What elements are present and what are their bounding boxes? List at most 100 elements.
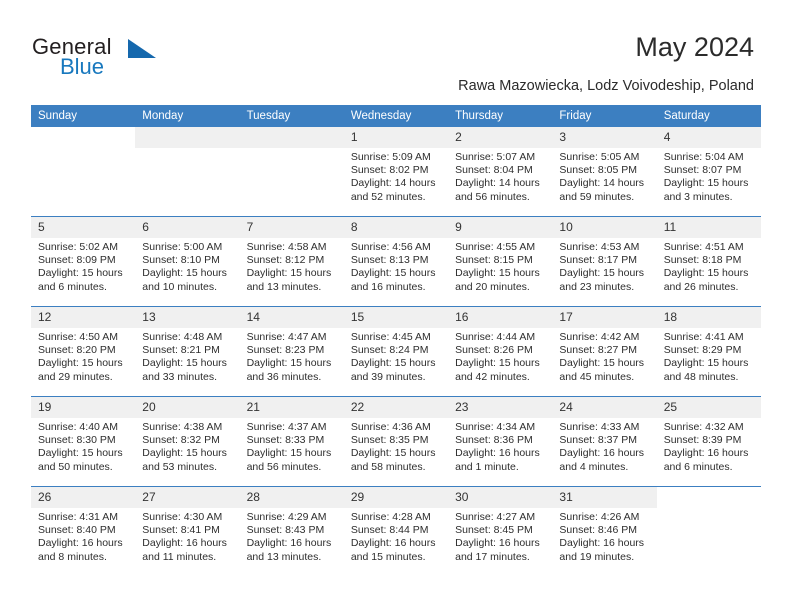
calendar-day-cell[interactable]: 27 Sunrise: 4:30 AM Sunset: 8:41 PM Dayligh… [135, 486, 240, 576]
calendar-table: Sunday Monday Tuesday Wednesday Thursday Frid… [31, 105, 761, 576]
daylight-duration-line1: Daylight: 15 hours [38, 447, 123, 460]
weekday-header-friday: Friday [552, 105, 657, 127]
daylight-duration-line1: Daylight: 15 hours [142, 447, 227, 460]
daylight-duration-line1: Daylight: 16 hours [663, 447, 749, 460]
calendar-day-cell[interactable]: 6 Sunrise: 5:00 AM Sunset: 8:10 PM Daylight… [135, 216, 240, 307]
sunrise-time: Sunrise: 4:33 AM [559, 421, 640, 433]
daylight-duration-line1: Daylight: 15 hours [663, 357, 749, 370]
calendar-day-cell[interactable]: 2 Sunrise: 5:07 AM Sunset: 8:04 PM Daylight… [448, 127, 553, 217]
sunset-time: Sunset: 8:33 PM [246, 434, 325, 447]
calendar-week-row: 26 Sunrise: 4:31 AM Sunset: 8:40 PM Dayligh… [31, 486, 761, 576]
day-sun-info: Sunrise: 4:50 AM Sunset: 8:20 PM Daylight:… [31, 328, 135, 384]
weekday-header-sunday: Sunday [31, 105, 136, 127]
calendar-day-cell[interactable]: 18 Sunrise: 4:41 AM Sunset: 8:29 PM Dayligh… [656, 306, 761, 397]
sunrise-time: Sunrise: 4:42 AM [559, 331, 640, 343]
day-box: 6 Sunrise: 5:00 AM Sunset: 8:10 PM Daylight… [135, 217, 240, 306]
calendar-day-cell[interactable]: 3 Sunrise: 5:05 AM Sunset: 8:05 PM Daylight… [552, 127, 657, 217]
logo-triangle-icon [128, 39, 156, 58]
day-box: 8 Sunrise: 4:56 AM Sunset: 8:13 PM Daylight… [343, 217, 449, 306]
calendar-day-cell[interactable]: 7 Sunrise: 4:58 AM Sunset: 8:12 PM Daylight… [239, 216, 344, 307]
calendar-day-cell[interactable]: 9 Sunrise: 4:55 AM Sunset: 8:15 PM Daylight… [448, 216, 553, 307]
day-box: 14 Sunrise: 4:47 AM Sunset: 8:23 PM Dayligh… [239, 307, 344, 396]
sunset-time: Sunset: 8:40 PM [38, 524, 116, 537]
calendar-day-cell[interactable]: 31 Sunrise: 4:26 AM Sunset: 8:46 PM Dayligh… [552, 486, 657, 576]
daylight-duration-line1: Daylight: 16 hours [142, 537, 227, 550]
day-sun-info: Sunrise: 4:53 AM Sunset: 8:17 PM Daylight:… [552, 238, 656, 294]
calendar-day-cell[interactable]: 20 Sunrise: 4:38 AM Sunset: 8:32 PM Dayligh… [135, 396, 240, 487]
calendar-body: 1 Sunrise: 5:09 AM Sunset: 8:02 PM Daylight… [31, 127, 761, 576]
calendar-day-cell[interactable]: 8 Sunrise: 4:56 AM Sunset: 8:13 PM Daylight… [343, 216, 449, 307]
sunrise-time: Sunrise: 5:05 AM [559, 151, 640, 163]
daylight-duration-line2: and 29 minutes. [38, 370, 113, 383]
calendar-day-cell[interactable]: 12 Sunrise: 4:50 AM Sunset: 8:20 PM Dayligh… [31, 306, 136, 397]
calendar-day-cell[interactable]: 30 Sunrise: 4:27 AM Sunset: 8:45 PM Dayligh… [448, 486, 553, 576]
weekday-header-wednesday: Wednesday [343, 105, 449, 127]
calendar-day-cell[interactable]: 26 Sunrise: 4:31 AM Sunset: 8:40 PM Dayligh… [31, 486, 136, 576]
calendar-day-cell[interactable]: 11 Sunrise: 4:51 AM Sunset: 8:18 PM Dayligh… [656, 216, 761, 307]
day-number: 23 [448, 397, 553, 418]
day-sun-info: Sunrise: 4:34 AM Sunset: 8:36 PM Daylight:… [448, 418, 552, 474]
day-box: 29 Sunrise: 4:28 AM Sunset: 8:44 PM Dayligh… [343, 487, 449, 576]
calendar-day-cell[interactable]: 22 Sunrise: 4:36 AM Sunset: 8:35 PM Dayligh… [343, 396, 449, 487]
day-sun-info: Sunrise: 4:56 AM Sunset: 8:13 PM Daylight:… [344, 238, 448, 294]
weekday-header-saturday: Saturday [656, 105, 761, 127]
calendar-day-cell[interactable]: 16 Sunrise: 4:44 AM Sunset: 8:26 PM Dayligh… [448, 306, 553, 397]
day-box: 30 Sunrise: 4:27 AM Sunset: 8:45 PM Dayligh… [448, 487, 553, 576]
calendar-day-cell[interactable]: 23 Sunrise: 4:34 AM Sunset: 8:36 PM Dayligh… [448, 396, 553, 487]
calendar-day-cell[interactable]: 24 Sunrise: 4:33 AM Sunset: 8:37 PM Dayligh… [552, 396, 657, 487]
calendar-day-cell[interactable]: 29 Sunrise: 4:28 AM Sunset: 8:44 PM Dayligh… [343, 486, 449, 576]
day-number: 29 [343, 487, 449, 508]
day-box: 31 Sunrise: 4:26 AM Sunset: 8:46 PM Dayligh… [552, 487, 657, 576]
day-sun-info: Sunrise: 4:58 AM Sunset: 8:12 PM Daylight:… [240, 238, 344, 294]
calendar-day-cell[interactable]: 28 Sunrise: 4:29 AM Sunset: 8:43 PM Dayligh… [239, 486, 344, 576]
sunrise-time: Sunrise: 4:34 AM [455, 421, 536, 433]
sunset-time: Sunset: 8:07 PM [663, 164, 742, 177]
day-number: 28 [239, 487, 344, 508]
day-number: 6 [135, 217, 240, 238]
calendar-day-cell[interactable]: 25 Sunrise: 4:32 AM Sunset: 8:39 PM Dayligh… [656, 396, 761, 487]
calendar-day-cell[interactable]: 17 Sunrise: 4:42 AM Sunset: 8:27 PM Dayligh… [552, 306, 657, 397]
sunset-time: Sunset: 8:09 PM [38, 254, 116, 267]
calendar-header-row: Sunday Monday Tuesday Wednesday Thursday Frid… [31, 105, 761, 127]
calendar-day-cell[interactable] [135, 127, 240, 217]
day-sun-info: Sunrise: 5:07 AM Sunset: 8:04 PM Daylight:… [448, 148, 552, 204]
sunrise-time: Sunrise: 4:41 AM [663, 331, 744, 343]
day-box: 15 Sunrise: 4:45 AM Sunset: 8:24 PM Dayligh… [343, 307, 449, 396]
calendar-day-cell[interactable] [31, 127, 136, 217]
sunset-time: Sunset: 8:39 PM [663, 434, 742, 447]
sunset-time: Sunset: 8:02 PM [350, 164, 429, 177]
day-box [31, 127, 135, 216]
calendar-day-cell[interactable]: 19 Sunrise: 4:40 AM Sunset: 8:30 PM Dayligh… [31, 396, 136, 487]
calendar-week-row: 5 Sunrise: 5:02 AM Sunset: 8:09 PM Daylight… [31, 216, 761, 307]
daylight-duration-line1: Daylight: 15 hours [246, 267, 332, 280]
day-sun-info: Sunrise: 4:38 AM Sunset: 8:32 PM Daylight:… [135, 418, 239, 474]
calendar-day-cell[interactable]: 1 Sunrise: 5:09 AM Sunset: 8:02 PM Daylight… [343, 127, 449, 217]
daylight-duration-line1: Daylight: 15 hours [559, 267, 645, 280]
calendar-day-cell[interactable]: 10 Sunrise: 4:53 AM Sunset: 8:17 PM Dayligh… [552, 216, 657, 307]
day-box: 18 Sunrise: 4:41 AM Sunset: 8:29 PM Dayligh… [656, 307, 761, 396]
sunrise-time: Sunrise: 4:48 AM [142, 331, 223, 343]
day-box: 1 Sunrise: 5:09 AM Sunset: 8:02 PM Daylight… [343, 127, 449, 216]
day-sun-info: Sunrise: 5:02 AM Sunset: 8:09 PM Daylight:… [31, 238, 135, 294]
calendar-page: General Blue May 2024 Rawa Mazowiecka, L… [0, 0, 792, 612]
day-sun-info: Sunrise: 5:04 AM Sunset: 8:07 PM Daylight:… [657, 148, 761, 204]
sunset-time: Sunset: 8:17 PM [559, 254, 638, 267]
sunset-time: Sunset: 8:30 PM [38, 434, 116, 447]
sunset-time: Sunset: 8:41 PM [142, 524, 220, 537]
calendar-day-cell[interactable]: 15 Sunrise: 4:45 AM Sunset: 8:24 PM Dayligh… [343, 306, 449, 397]
daylight-duration-line1: Daylight: 15 hours [559, 357, 645, 370]
day-box: 20 Sunrise: 4:38 AM Sunset: 8:32 PM Dayligh… [135, 397, 240, 486]
day-number: 12 [31, 307, 136, 328]
calendar-day-cell[interactable]: 5 Sunrise: 5:02 AM Sunset: 8:09 PM Daylight… [31, 216, 136, 307]
day-box: 5 Sunrise: 5:02 AM Sunset: 8:09 PM Daylight… [31, 217, 136, 306]
calendar-day-cell[interactable]: 21 Sunrise: 4:37 AM Sunset: 8:33 PM Dayligh… [239, 396, 344, 487]
calendar-day-cell[interactable]: 13 Sunrise: 4:48 AM Sunset: 8:21 PM Dayligh… [135, 306, 240, 397]
calendar-day-cell[interactable]: 14 Sunrise: 4:47 AM Sunset: 8:23 PM Dayligh… [239, 306, 344, 397]
calendar-day-cell[interactable] [239, 127, 344, 217]
general-blue-logo[interactable]: General Blue [32, 34, 212, 86]
daylight-duration-line1: Daylight: 15 hours [350, 267, 436, 280]
day-number: 24 [552, 397, 657, 418]
daylight-duration-line2: and 45 minutes. [559, 370, 635, 383]
calendar-day-cell[interactable] [656, 486, 761, 576]
calendar-day-cell[interactable]: 4 Sunrise: 5:04 AM Sunset: 8:07 PM Daylight… [656, 127, 761, 217]
